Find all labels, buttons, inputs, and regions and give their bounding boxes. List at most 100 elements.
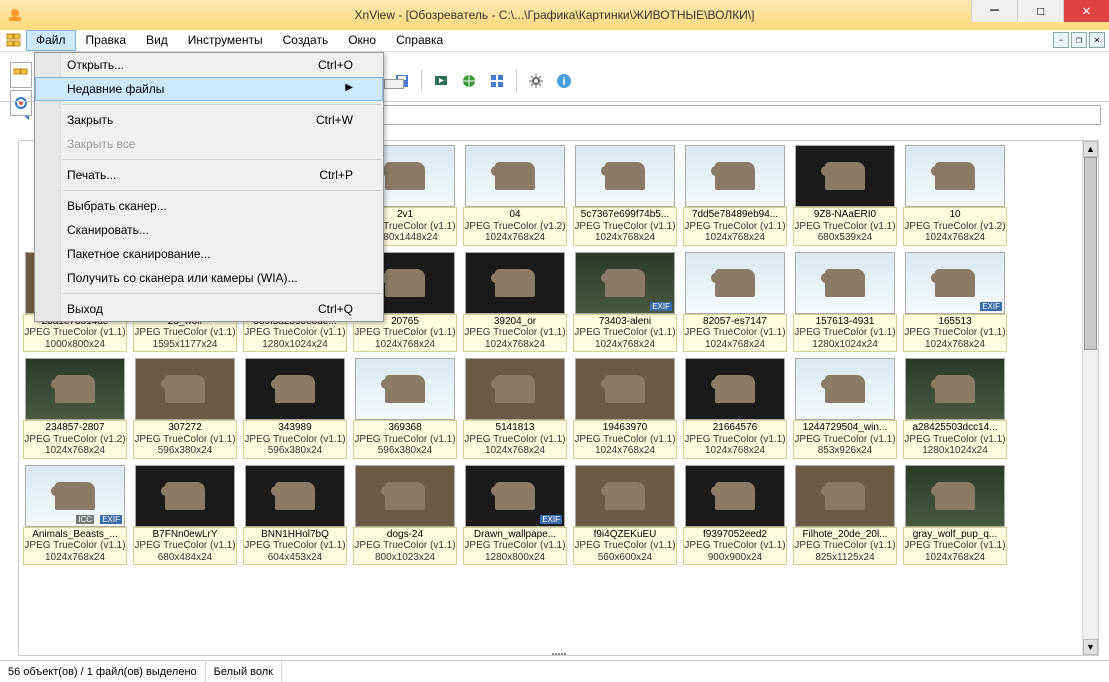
thumbnail-dimensions: 1280x1024x24 [244, 339, 346, 351]
mdi-minimize-button[interactable]: - [1053, 32, 1069, 48]
thumbnail-label: a28425503dcc14...JPEG TrueColor (v1.1)12… [903, 420, 1007, 459]
thumbnail-item[interactable]: dogs-24JPEG TrueColor (v1.1)800x1023x24 [353, 465, 457, 566]
thumbnail-label: Filhote_20de_20l...JPEG TrueColor (v1.1)… [793, 527, 897, 566]
thumbnail-item[interactable]: B7FNn0ewLrYJPEG TrueColor (v1.1)680x484x… [133, 465, 237, 566]
mdi-restore-button[interactable]: ❐ [1071, 32, 1087, 48]
thumbnail-dimensions: 800x1023x24 [354, 552, 456, 564]
thumbnail-format: JPEG TrueColor (v1.1) [464, 540, 566, 552]
scroll-up-icon[interactable]: ▲ [1083, 141, 1098, 157]
thumbnail-filename: a28425503dcc14... [904, 422, 1006, 434]
thumbnail-item[interactable]: 5141813JPEG TrueColor (v1.1)1024x768x24 [463, 358, 567, 459]
maximize-button[interactable]: ☐ [1017, 0, 1063, 22]
menu-view[interactable]: Вид [136, 30, 178, 51]
thumbnail-label: Drawn_wallpape...JPEG TrueColor (v1.1)12… [463, 527, 567, 566]
thumbnail-image [465, 145, 565, 207]
thumbnail-item[interactable]: 157613-4931JPEG TrueColor (v1.1)1280x102… [793, 252, 897, 353]
thumbnail-filename: 343989 [244, 422, 346, 434]
thumbnail-format: JPEG TrueColor (v1.2) [904, 221, 1006, 233]
splitter-grip[interactable] [539, 651, 579, 656]
menu-bar: Файл Правка Вид Инструменты Создать Окно… [0, 30, 1109, 52]
thumbnail-image [685, 252, 785, 314]
thumbnail-dimensions: 1024x768x24 [684, 445, 786, 457]
menu-item-scan[interactable]: Сканировать... [35, 218, 383, 242]
thumbnail-item[interactable]: 9Z8-NAaERI0JPEG TrueColor (v1.1)680x539x… [793, 145, 897, 246]
thumbnail-item[interactable]: BNN1HHol7bQJPEG TrueColor (v1.1)604x453x… [243, 465, 347, 566]
thumbnail-label: gray_wolf_pup_q...JPEG TrueColor (v1.1)1… [903, 527, 1007, 566]
thumbnail-image [795, 145, 895, 207]
menu-item-select-scanner[interactable]: Выбрать сканер... [35, 194, 383, 218]
thumbnail-item[interactable]: 369368JPEG TrueColor (v1.1)596x380x24 [353, 358, 457, 459]
thumbnail-label: 82057-es7147JPEG TrueColor (v1.1)1024x76… [683, 314, 787, 353]
menu-window[interactable]: Окно [338, 30, 386, 51]
menu-tools[interactable]: Инструменты [178, 30, 273, 51]
thumbnail-item[interactable]: f9i4QZEKuEUJPEG TrueColor (v1.1)560x600x… [573, 465, 677, 566]
thumbnail-item[interactable]: 1244729504_win...JPEG TrueColor (v1.1)85… [793, 358, 897, 459]
thumbnail-filename: Animals_Beasts_... [24, 529, 126, 541]
thumbnail-item[interactable]: 343989JPEG TrueColor (v1.1)596x380x24 [243, 358, 347, 459]
window-title: XnView - [Обозреватель - C:\...\Графика\… [0, 8, 1109, 22]
thumbnail-item[interactable]: 307272JPEG TrueColor (v1.1)596x380x24 [133, 358, 237, 459]
thumbnail-item[interactable]: 19463970JPEG TrueColor (v1.1)1024x768x24 [573, 358, 677, 459]
thumbnail-format: JPEG TrueColor (v1.1) [574, 221, 676, 233]
thumbnail-image [355, 358, 455, 420]
minimize-button[interactable]: ─ [971, 0, 1017, 22]
thumbnail-label: 234857-2807JPEG TrueColor (v1.2)1024x768… [23, 420, 127, 459]
tool-settings-icon[interactable] [524, 69, 548, 93]
thumbnail-label: 73403-aleniJPEG TrueColor (v1.1)1024x768… [573, 314, 677, 353]
scroll-thumb[interactable] [1084, 157, 1097, 350]
thumbnail-format: JPEG TrueColor (v1.1) [794, 434, 896, 446]
menu-item-open[interactable]: Открыть...Ctrl+O [35, 53, 383, 77]
thumbnail-item[interactable]: EXIF165513JPEG TrueColor (v1.1)1024x768x… [903, 252, 1007, 353]
thumbnail-item[interactable]: f9397052eed2JPEG TrueColor (v1.1)900x900… [683, 465, 787, 566]
thumbnail-item[interactable]: 21664576JPEG TrueColor (v1.1)1024x768x24 [683, 358, 787, 459]
thumbnail-image [465, 358, 565, 420]
thumbnail-format: JPEG TrueColor (v1.1) [574, 327, 676, 339]
menu-item-wia[interactable]: Получить со сканера или камеры (WIA)... [35, 266, 383, 290]
thumbnail-item[interactable]: 82057-es7147JPEG TrueColor (v1.1)1024x76… [683, 252, 787, 353]
vertical-scrollbar[interactable]: ▲ ▼ [1082, 141, 1098, 655]
menu-item-close-all: Закрыть все [35, 132, 383, 156]
thumbnail-item[interactable]: 7dd5e78489eb94...JPEG TrueColor (v1.1)10… [683, 145, 787, 246]
menu-item-batch-scan[interactable]: Пакетное сканирование... [35, 242, 383, 266]
thumbnail-dimensions: 1024x768x24 [574, 232, 676, 244]
menu-help[interactable]: Справка [386, 30, 453, 51]
scroll-down-icon[interactable]: ▼ [1083, 639, 1098, 655]
close-button[interactable]: ✕ [1063, 0, 1109, 22]
thumbnail-item[interactable]: 5c7367e699f74b5...JPEG TrueColor (v1.1)1… [573, 145, 677, 246]
app-menu-icon [6, 32, 22, 48]
menu-create[interactable]: Создать [273, 30, 339, 51]
thumbnail-dimensions: 1280x1024x24 [794, 339, 896, 351]
thumbnail-item[interactable]: 234857-2807JPEG TrueColor (v1.2)1024x768… [23, 358, 127, 459]
menu-file[interactable]: Файл [26, 30, 76, 51]
menu-edit[interactable]: Правка [76, 30, 137, 51]
menu-item-exit[interactable]: ВыходCtrl+Q [35, 297, 383, 321]
menu-item-print[interactable]: Печать...Ctrl+P [35, 163, 383, 187]
thumbnail-format: JPEG TrueColor (v1.1) [684, 221, 786, 233]
menu-item-recent[interactable]: Недавние файлы▶ [35, 77, 383, 101]
toolbar-separator [516, 70, 517, 92]
thumbnail-format: JPEG TrueColor (v1.2) [464, 221, 566, 233]
thumbnail-item[interactable]: EXIF73403-aleniJPEG TrueColor (v1.1)1024… [573, 252, 677, 353]
thumbnail-image [795, 252, 895, 314]
thumbnail-item[interactable]: 10JPEG TrueColor (v1.2)1024x768x24 [903, 145, 1007, 246]
menu-item-close[interactable]: ЗакрытьCtrl+W [35, 108, 383, 132]
thumbnail-item[interactable]: EXIFDrawn_wallpape...JPEG TrueColor (v1.… [463, 465, 567, 566]
thumbnail-item[interactable]: 39204_orJPEG TrueColor (v1.1)1024x768x24 [463, 252, 567, 353]
thumbnail-dimensions: 1024x768x24 [574, 339, 676, 351]
thumbnail-item[interactable]: 04JPEG TrueColor (v1.2)1024x768x24 [463, 145, 567, 246]
thumbnail-format: JPEG TrueColor (v1.1) [574, 540, 676, 552]
thumbnail-item[interactable]: EXIFICCAnimals_Beasts_...JPEG TrueColor … [23, 465, 127, 566]
tool-info-icon[interactable]: i [552, 69, 576, 93]
thumbnail-item[interactable]: gray_wolf_pup_q...JPEG TrueColor (v1.1)1… [903, 465, 1007, 566]
thumbnail-format: JPEG TrueColor (v1.1) [354, 434, 456, 446]
thumbnail-image: EXIF [905, 252, 1005, 314]
mdi-close-button[interactable]: × [1089, 32, 1105, 48]
thumbnail-filename: dogs-24 [354, 529, 456, 541]
thumbnail-label: BNN1HHol7bQJPEG TrueColor (v1.1)604x453x… [243, 527, 347, 566]
tool-web-icon[interactable] [457, 69, 481, 93]
thumbnail-item[interactable]: a28425503dcc14...JPEG TrueColor (v1.1)12… [903, 358, 1007, 459]
thumbnail-item[interactable]: Filhote_20de_20l...JPEG TrueColor (v1.1)… [793, 465, 897, 566]
tool-thumb-icon[interactable] [485, 69, 509, 93]
thumbnail-filename: 21664576 [684, 422, 786, 434]
tool-slideshow-icon[interactable] [429, 69, 453, 93]
